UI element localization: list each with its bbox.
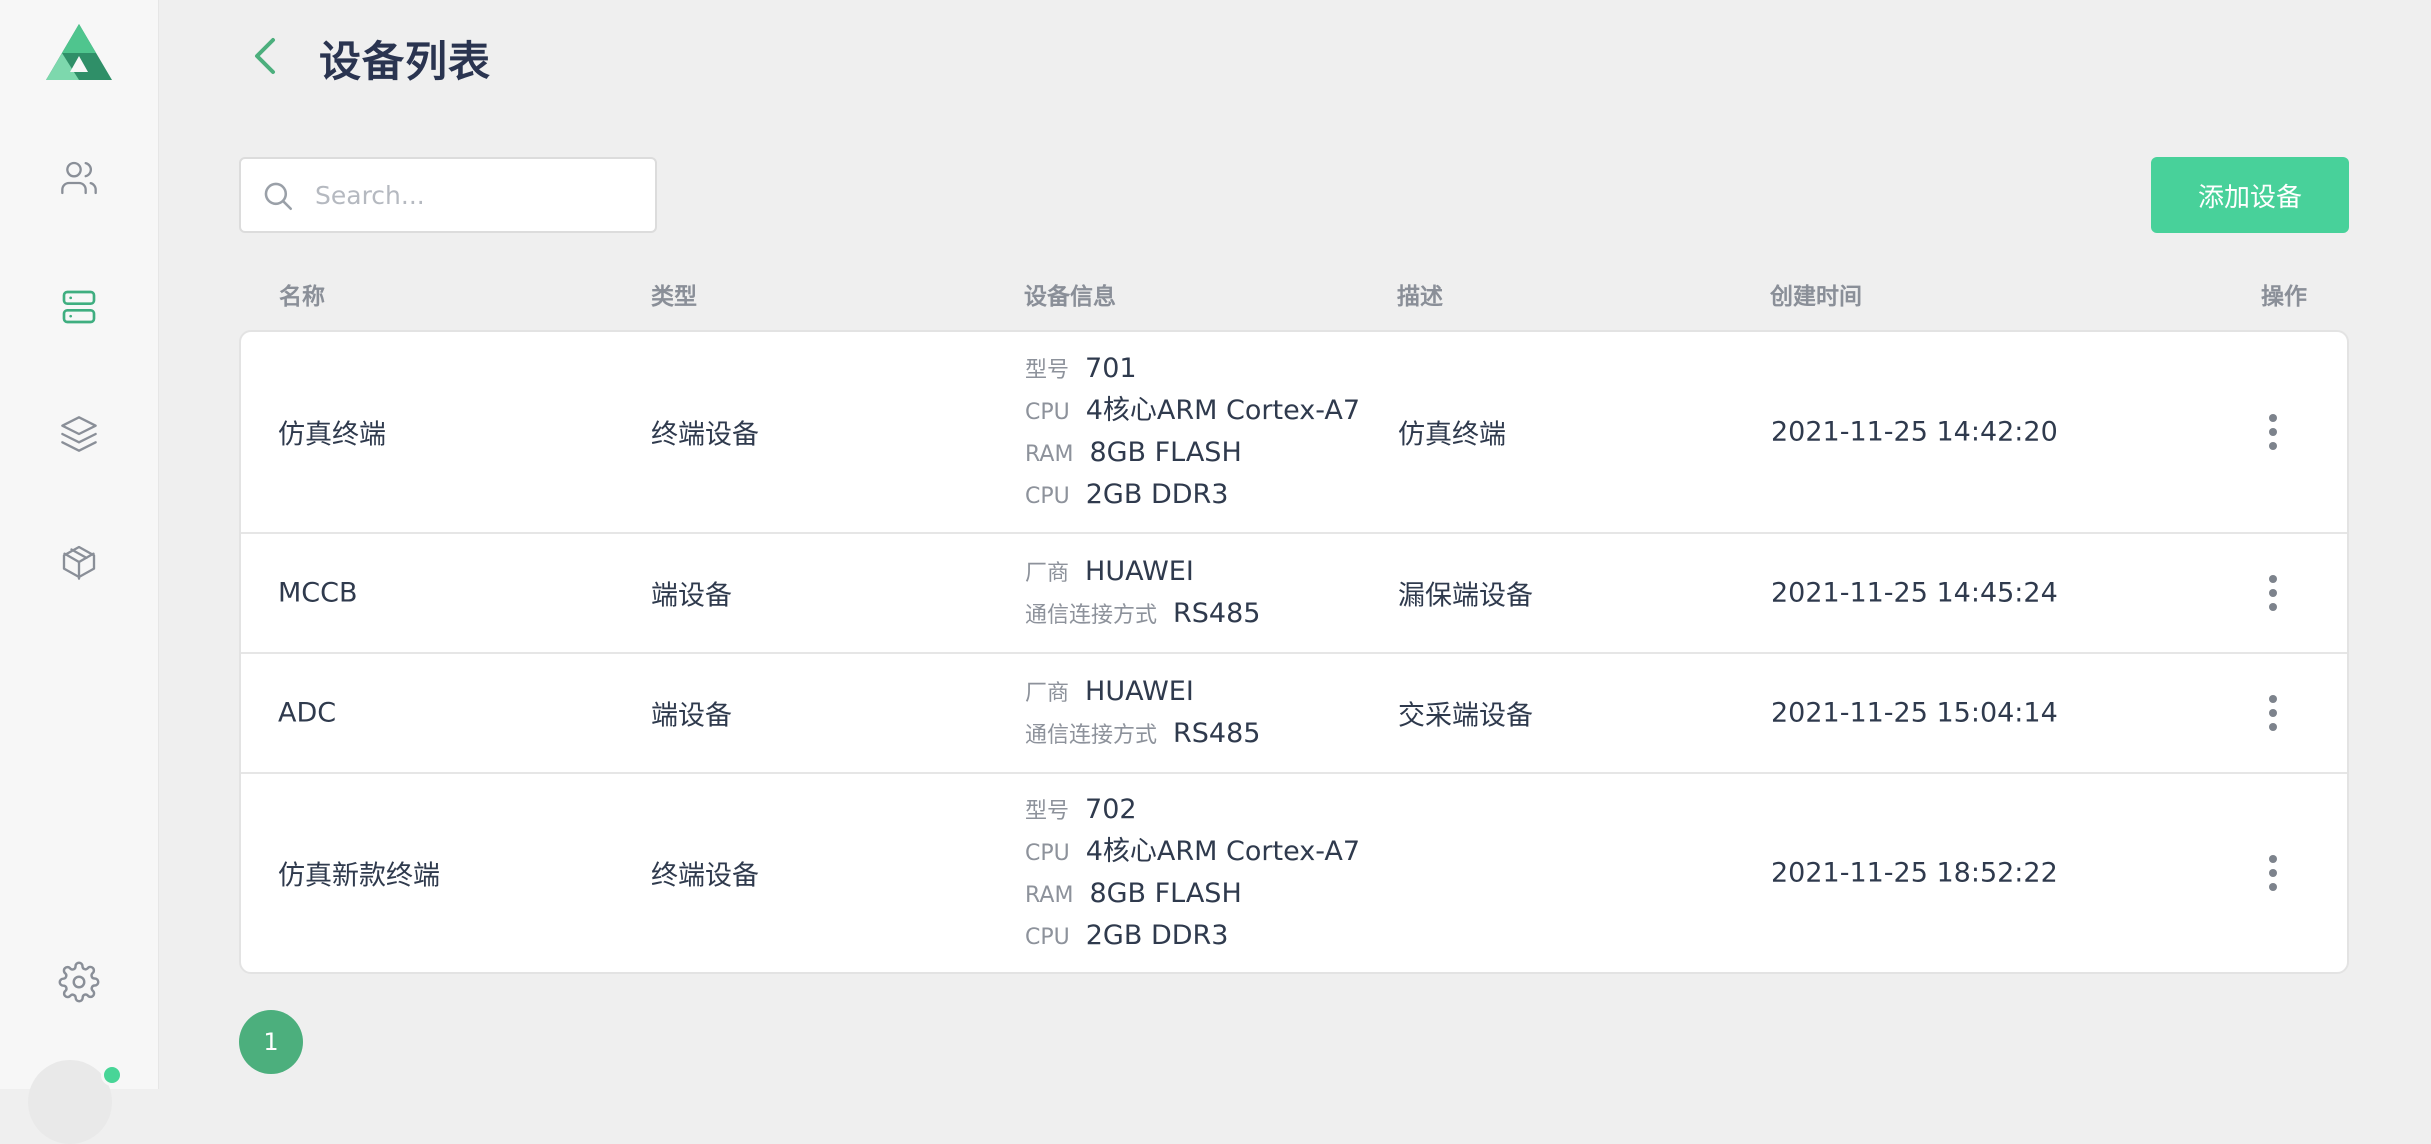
nav-devices[interactable] — [55, 283, 103, 331]
more-actions-button[interactable] — [2261, 691, 2285, 735]
row-info: 厂商 HUAWEI 通信连接方式 RS485 — [1025, 551, 1260, 635]
row-type: 端设备 — [651, 580, 732, 612]
row-desc: 仿真终端 — [1398, 419, 1506, 451]
info-value: 8GB FLASH — [1089, 437, 1242, 468]
info-value: 701 — [1085, 353, 1137, 384]
row-created: 2021-11-25 14:42:20 — [1771, 416, 2058, 448]
table-row[interactable]: ADC 端设备 厂商 HUAWEI 通信连接方式 RS485 交采端设备 2021-… — [241, 654, 2347, 774]
row-type: 终端设备 — [651, 860, 759, 892]
info-value: 8GB FLASH — [1089, 878, 1242, 909]
row-desc: 交采端设备 — [1398, 700, 1533, 732]
info-value: 4核心ARM Cortex-A7 — [1085, 836, 1360, 867]
info-key: CPU — [1025, 484, 1070, 509]
row-created: 2021-11-25 18:52:22 — [1771, 857, 2058, 889]
info-key: 通信连接方式 — [1025, 603, 1158, 628]
nav-users[interactable] — [55, 154, 103, 202]
row-info: 型号 701 CPU 4核心ARM Cortex-A7 RAM 8GB FLASH C… — [1025, 348, 1360, 516]
search-input[interactable] — [315, 173, 635, 217]
page-title: 设备列表 — [319, 37, 492, 86]
column-header-created[interactable]: 创建时间 — [1770, 277, 1862, 311]
nav-settings[interactable] — [55, 958, 103, 1006]
avatar[interactable] — [28, 1060, 112, 1144]
info-key: CPU — [1025, 925, 1070, 950]
row-name: 仿真新款终端 — [278, 860, 440, 892]
row-desc: 漏保端设备 — [1398, 580, 1533, 612]
more-actions-button[interactable] — [2261, 571, 2285, 615]
info-value: RS485 — [1173, 598, 1261, 629]
add-device-button[interactable]: 添加设备 — [2151, 157, 2349, 233]
chevron-left-icon — [255, 38, 275, 74]
info-key: 通信连接方式 — [1025, 723, 1158, 748]
row-info: 厂商 HUAWEI 通信连接方式 RS485 — [1025, 671, 1260, 755]
online-status-dot — [101, 1064, 123, 1086]
info-key: RAM — [1025, 442, 1074, 467]
table-row[interactable]: MCCB 端设备 厂商 HUAWEI 通信连接方式 RS485 漏保端设备 2021… — [241, 534, 2347, 654]
layers-icon — [61, 416, 97, 452]
info-value: HUAWEI — [1085, 676, 1194, 707]
nav-layers[interactable] — [55, 410, 103, 458]
more-actions-button[interactable] — [2261, 851, 2285, 895]
info-key: CPU — [1025, 841, 1070, 866]
app-logo — [46, 24, 112, 80]
column-header-name[interactable]: 名称 — [279, 277, 325, 311]
info-value: 4核心ARM Cortex-A7 — [1085, 395, 1360, 426]
info-value: RS485 — [1173, 718, 1261, 749]
table-row[interactable]: 仿真新款终端 终端设备 型号 702 CPU 4核心ARM Cortex-A7 RA… — [241, 774, 2347, 972]
table-row[interactable]: 仿真终端 终端设备 型号 701 CPU 4核心ARM Cortex-A7 RAM 8… — [241, 332, 2347, 534]
row-name: 仿真终端 — [278, 419, 386, 451]
row-name: MCCB — [278, 577, 358, 609]
nav-packages[interactable] — [55, 538, 103, 586]
main-content: 设备列表 添加设备 名称 类型 设备信息 描述 创建时间 操作 仿真终端 终端设… — [159, 0, 2431, 1089]
row-type: 终端设备 — [651, 419, 759, 451]
column-header-type[interactable]: 类型 — [651, 277, 697, 311]
row-info: 型号 702 CPU 4核心ARM Cortex-A7 RAM 8GB FLASH C… — [1025, 789, 1360, 957]
box-icon — [62, 545, 96, 580]
gear-icon — [58, 961, 100, 1003]
info-key: 型号 — [1025, 799, 1070, 824]
info-key: 厂商 — [1025, 561, 1070, 586]
pagination-page-button[interactable]: 1 — [239, 1010, 303, 1074]
search-box[interactable] — [239, 157, 657, 233]
column-header-actions: 操作 — [2261, 284, 2307, 310]
device-table: 仿真终端 终端设备 型号 701 CPU 4核心ARM Cortex-A7 RAM 8… — [239, 330, 2349, 974]
info-key: 厂商 — [1025, 681, 1070, 706]
back-button[interactable] — [245, 32, 289, 80]
info-value: 2GB DDR3 — [1085, 920, 1229, 951]
info-value: 702 — [1085, 794, 1137, 825]
info-key: 型号 — [1025, 358, 1070, 383]
info-value: HUAWEI — [1085, 556, 1194, 587]
info-value: 2GB DDR3 — [1085, 479, 1229, 510]
search-icon — [264, 182, 293, 211]
more-actions-button[interactable] — [2261, 410, 2285, 454]
info-key: RAM — [1025, 883, 1074, 908]
row-type: 端设备 — [651, 700, 732, 732]
sidebar — [0, 0, 159, 1144]
server-icon — [62, 290, 96, 324]
row-created: 2021-11-25 15:04:14 — [1771, 697, 2058, 729]
users-icon — [61, 161, 97, 195]
column-header-info[interactable]: 设备信息 — [1024, 277, 1116, 311]
row-created: 2021-11-25 14:45:24 — [1771, 577, 2058, 609]
column-header-desc[interactable]: 描述 — [1397, 277, 1443, 311]
row-name: ADC — [278, 697, 337, 729]
info-key: CPU — [1025, 400, 1070, 425]
